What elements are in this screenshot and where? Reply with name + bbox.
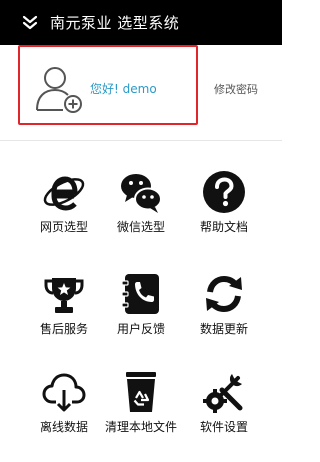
- menu-data-update[interactable]: 数据更新: [181, 272, 267, 352]
- user-add-icon[interactable]: [35, 62, 85, 116]
- menu-software-settings[interactable]: 软件设置: [181, 370, 267, 450]
- trophy-icon: [42, 272, 86, 316]
- ie-browser-icon: [42, 170, 86, 214]
- menu-label: 软件设置: [199, 420, 248, 434]
- cloud-download-icon: [42, 370, 86, 414]
- settings-tools-icon: [202, 370, 246, 414]
- menu-web-selection[interactable]: 网页选型: [21, 170, 107, 250]
- wechat-icon: [119, 170, 163, 214]
- menu-label: 帮助文档: [199, 220, 248, 234]
- change-password-link[interactable]: 修改密码: [214, 81, 258, 97]
- menu-label: 微信选型: [116, 220, 165, 234]
- menu-label: 用户反馈: [116, 322, 165, 336]
- help-icon: [202, 170, 246, 214]
- menu-label: 售后服务: [39, 322, 88, 336]
- menu-label: 数据更新: [199, 322, 248, 336]
- menu-offline-data[interactable]: 离线数据: [21, 370, 107, 450]
- app-title: 南元泵业 选型系统: [50, 14, 180, 32]
- double-chevron-down-icon[interactable]: [19, 12, 41, 34]
- recycle-bin-icon: [119, 370, 163, 414]
- menu-after-sales[interactable]: 售后服务: [21, 272, 107, 352]
- refresh-icon: [202, 272, 246, 316]
- menu-wechat-selection[interactable]: 微信选型: [98, 170, 184, 250]
- divider: [0, 140, 282, 141]
- menu-label: 网页选型: [39, 220, 88, 234]
- menu-label: 清理本地文件: [104, 420, 177, 434]
- menu-clean-local-files[interactable]: 清理本地文件: [98, 370, 184, 450]
- menu-user-feedback[interactable]: 用户反馈: [98, 272, 184, 352]
- user-greeting: 您好! demo: [90, 82, 157, 96]
- menu-label: 离线数据: [39, 420, 88, 434]
- title-bar: 南元泵业 选型系统: [0, 0, 282, 45]
- phone-book-icon: [119, 272, 163, 316]
- menu-help-docs[interactable]: 帮助文档: [181, 170, 267, 250]
